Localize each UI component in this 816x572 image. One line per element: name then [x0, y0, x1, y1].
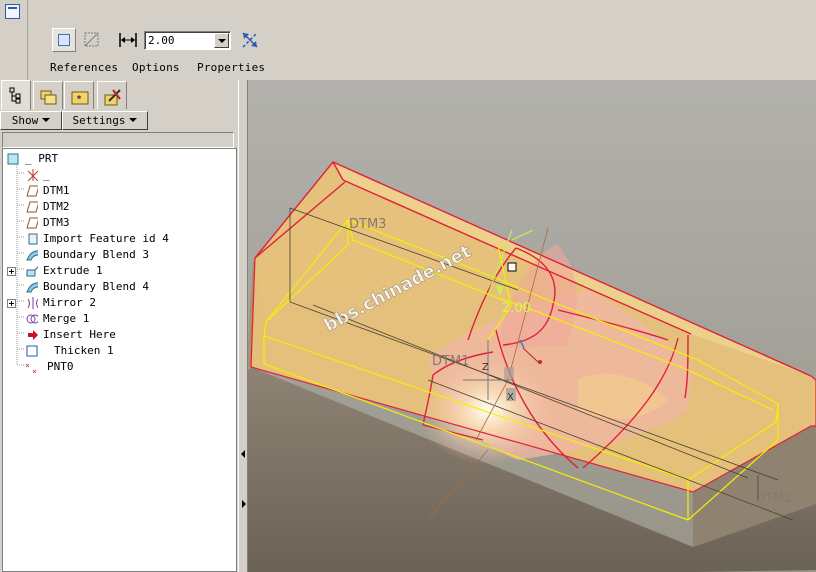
show-menu-button[interactable]: Show: [0, 111, 62, 130]
flip-direction-icon[interactable]: [240, 30, 260, 50]
tree-item-csys[interactable]: _: [3, 167, 233, 183]
svg-text:×: ×: [32, 367, 37, 373]
model-view[interactable]: DTM3 DTM1 DTM2 Z X 2.00 bbs.chinade.net: [248, 80, 816, 572]
thickness-dimension-value[interactable]: 2.00: [502, 301, 531, 316]
tree-item-label: _ PRT: [25, 152, 59, 165]
model-tree[interactable]: _ PRT _ DTM1 DTM2 DTM3 Import Feature id…: [2, 148, 237, 572]
axis-label-x: X: [507, 392, 514, 403]
svg-text:*: *: [76, 94, 82, 105]
model-tree-icon: [9, 87, 21, 104]
favorites-folder-icon: *: [71, 91, 89, 105]
tree-item-label: _: [43, 168, 50, 181]
boundary-blend-icon: [26, 250, 38, 261]
tree-item-label: DTM3: [43, 216, 70, 229]
tab-properties[interactable]: Properties: [197, 61, 265, 74]
thicken-icon: ※: [26, 345, 38, 357]
tree-item-merge-1[interactable]: Merge 1: [3, 311, 233, 327]
caret-down-icon: [129, 118, 138, 122]
datum-plane-icon: [26, 185, 38, 197]
tree-item-label: Thicken 1: [54, 344, 114, 357]
datum-label-dtm2: DTM2: [755, 491, 792, 506]
tree-item-prt[interactable]: _ PRT: [3, 151, 233, 167]
tree-item-label: Extrude 1: [43, 264, 103, 277]
dashboard-left-strip: [0, 0, 28, 80]
datum-label-dtm3: DTM3: [349, 217, 386, 232]
tree-item-boundary-blend-3[interactable]: Boundary Blend 3: [3, 247, 233, 263]
tab-model-tree[interactable]: [1, 80, 31, 110]
csys-icon: [27, 169, 38, 181]
tree-item-label: Import Feature id 4: [43, 232, 169, 245]
tools-icon: [104, 89, 121, 106]
tree-item-label: PNT0: [47, 360, 74, 373]
extrude-icon: [26, 266, 38, 277]
thickness-value[interactable]: 2.00: [148, 34, 175, 47]
svg-text:×: ×: [25, 361, 30, 370]
thickness-icon: [119, 33, 137, 47]
surface-trim-button[interactable]: [80, 28, 104, 52]
panel-splitter[interactable]: [238, 80, 248, 572]
window-icon[interactable]: [5, 4, 20, 19]
tree-item-label: Boundary Blend 4: [43, 280, 149, 293]
boundary-blend-icon: [26, 282, 38, 293]
tab-folder-browser[interactable]: [33, 81, 63, 109]
chevron-down-icon[interactable]: [214, 33, 229, 48]
tree-item-label: DTM2: [43, 200, 70, 213]
folder-browser-icon: [40, 90, 57, 105]
tree-item-label: Insert Here: [43, 328, 116, 341]
tree-item-dtm3[interactable]: DTM3: [3, 215, 233, 231]
axis-label-z: Z: [482, 362, 489, 373]
expand-toggle-icon[interactable]: [7, 267, 16, 276]
tab-references[interactable]: References: [50, 61, 118, 74]
feature-dashboard: 2.00 References Options Properties: [0, 0, 816, 80]
tree-filter-bar[interactable]: [2, 132, 234, 148]
solid-icon: [58, 34, 70, 46]
thickness-value-combo[interactable]: 2.00: [144, 31, 231, 50]
tree-item-label: Boundary Blend 3: [43, 248, 149, 261]
show-label: Show: [11, 114, 39, 127]
datum-plane-icon: [26, 201, 38, 213]
tab-connections[interactable]: [97, 81, 127, 109]
navigator-panel: * Show Settings _ PRT _ DTM1 DTM2 DTM3 I…: [0, 80, 240, 572]
datum-plane-icon: [26, 217, 38, 229]
settings-label: Settings: [72, 114, 126, 127]
drag-handle[interactable]: [507, 262, 517, 272]
merge-icon: [26, 314, 38, 324]
mirror-icon: [27, 297, 38, 309]
tab-favorites[interactable]: *: [64, 81, 94, 109]
tree-item-label: Mirror 2: [43, 296, 96, 309]
import-feature-icon: [28, 233, 38, 245]
datum-point-pnt0[interactable]: [538, 360, 542, 364]
caret-down-icon: [42, 118, 51, 122]
graphics-window[interactable]: DTM3 DTM1 DTM2 Z X 2.00 bbs.chinade.net: [248, 80, 816, 572]
datum-point-icon: ××: [25, 361, 37, 373]
axis-label-box-z: [504, 367, 514, 379]
surface-icon: [84, 32, 99, 47]
settings-menu-button[interactable]: Settings: [62, 111, 148, 130]
tree-item-label: Merge 1: [43, 312, 90, 325]
tree-item-dtm2[interactable]: DTM2: [3, 199, 233, 215]
expand-toggle-icon[interactable]: [7, 299, 16, 308]
part-icon: [7, 153, 19, 165]
datum-label-dtm1: DTM1: [432, 354, 469, 369]
solid-thicken-button[interactable]: [52, 28, 76, 52]
tab-options[interactable]: Options: [132, 61, 180, 74]
tree-item-insert-here[interactable]: Insert Here: [3, 327, 233, 343]
tree-item-extrude-1[interactable]: Extrude 1: [3, 263, 233, 279]
tree-item-pnt0[interactable]: × × PNT0: [3, 359, 233, 375]
tree-item-import-feature[interactable]: Import Feature id 4: [3, 231, 233, 247]
insert-arrow-icon: [28, 330, 38, 340]
tree-item-label: DTM1: [43, 184, 70, 197]
collapse-left-icon[interactable]: [241, 450, 245, 458]
tree-item-boundary-blend-4[interactable]: Boundary Blend 4: [3, 279, 233, 295]
tree-item-thicken-1[interactable]: ※ Thicken 1: [3, 343, 233, 359]
tree-item-dtm1[interactable]: DTM1: [3, 183, 233, 199]
tree-item-mirror-2[interactable]: Mirror 2: [3, 295, 233, 311]
expand-right-icon[interactable]: [242, 500, 246, 508]
